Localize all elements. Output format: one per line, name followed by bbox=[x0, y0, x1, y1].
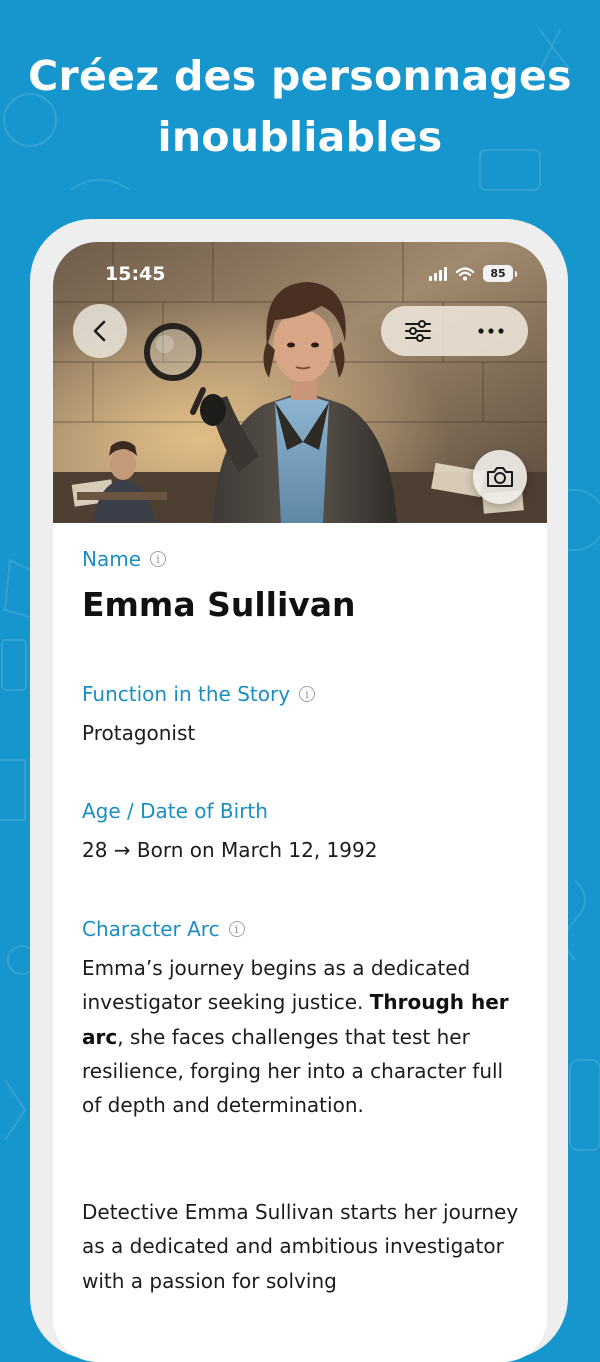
arc-label-text: Character Arc bbox=[82, 917, 220, 941]
headline-line-2: inoubliables bbox=[157, 113, 443, 161]
arc-text-end: , she faces challenges that test her res… bbox=[82, 1024, 504, 1118]
status-icons: 85 bbox=[429, 265, 517, 282]
arc-label: Character Arc i bbox=[82, 917, 245, 941]
arc-paragraph-2[interactable]: Detective Emma Sullivan starts her journ… bbox=[82, 1195, 520, 1298]
sliders-icon bbox=[404, 320, 431, 342]
function-value[interactable]: Protagonist bbox=[82, 721, 195, 745]
status-time: 15:45 bbox=[105, 263, 166, 285]
header-actions bbox=[381, 306, 528, 356]
battery-icon: 85 bbox=[483, 265, 517, 282]
chevron-left-icon bbox=[93, 320, 106, 342]
signal-icon bbox=[429, 266, 447, 281]
camera-icon bbox=[487, 467, 513, 487]
function-label-text: Function in the Story bbox=[82, 682, 291, 706]
name-label: Name i bbox=[82, 547, 167, 571]
wifi-icon bbox=[456, 266, 474, 280]
function-label: Function in the Story i bbox=[82, 682, 316, 706]
age-label: Age / Date of Birth bbox=[82, 799, 268, 823]
age-value[interactable]: 28 → Born on March 12, 1992 bbox=[82, 838, 377, 862]
info-icon[interactable]: i bbox=[299, 686, 316, 702]
headline-line-1: Créez des personnages bbox=[28, 52, 572, 100]
name-label-text: Name bbox=[82, 547, 142, 571]
character-name[interactable]: Emma Sullivan bbox=[82, 585, 356, 624]
filters-button[interactable] bbox=[398, 311, 438, 351]
phone-screen: 15:45 85 Name i Emma Sullivan Function i… bbox=[53, 242, 547, 1362]
headline: Créez des personnages inoubliables bbox=[0, 46, 600, 168]
age-label-text: Age / Date of Birth bbox=[82, 799, 268, 823]
character-portrait: 15:45 85 bbox=[53, 242, 547, 523]
more-button[interactable] bbox=[471, 311, 511, 351]
arc-paragraph-1[interactable]: Emma’s journey begins as a dedicated inv… bbox=[82, 951, 520, 1122]
info-icon[interactable]: i bbox=[150, 551, 167, 567]
back-button[interactable] bbox=[73, 304, 127, 358]
phone-frame: 15:45 85 Name i Emma Sullivan Function i… bbox=[30, 219, 568, 1362]
info-icon[interactable]: i bbox=[228, 921, 245, 937]
ellipsis-icon bbox=[478, 328, 504, 334]
change-photo-button[interactable] bbox=[473, 450, 527, 504]
